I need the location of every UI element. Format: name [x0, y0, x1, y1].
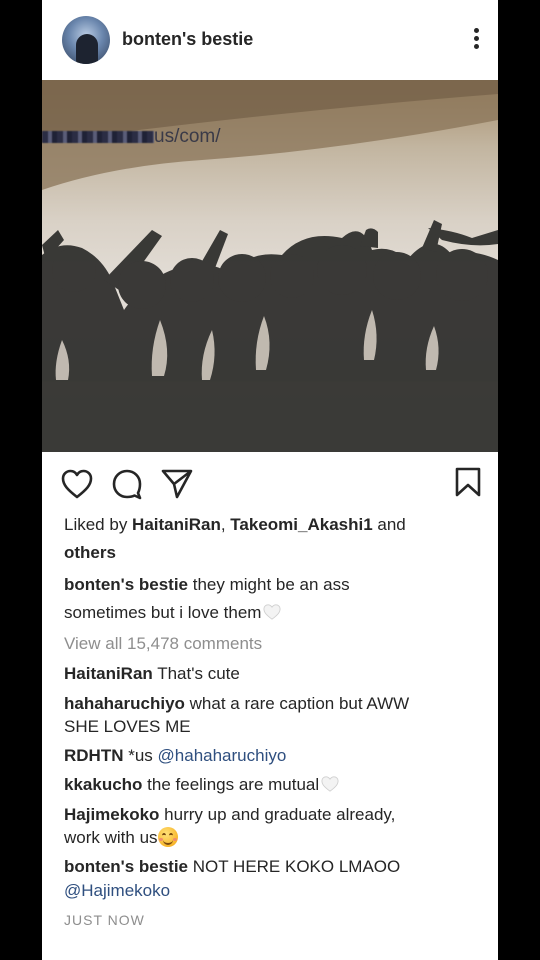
comment-text: *us: [123, 746, 158, 765]
caption-text-1: they might be an ass: [188, 575, 350, 594]
white-heart-emoji-icon: [263, 604, 282, 620]
post-photo[interactable]: us/com/: [42, 80, 498, 452]
caption-text-2: sometimes but i love them: [64, 603, 262, 622]
comment-text-continued: work with us: [64, 826, 178, 850]
comment-bubble-icon[interactable]: [111, 468, 143, 500]
comment-text-2: work with us: [64, 828, 158, 847]
comment-text: what a rare caption but AWW: [184, 694, 410, 713]
comment-row: hahaharuchiyo what a rare caption but AW…: [64, 692, 409, 716]
comment-username[interactable]: HaitaniRan: [64, 664, 153, 683]
caption-username[interactable]: bonten's bestie: [64, 575, 188, 594]
comment-username[interactable]: kkakucho: [64, 775, 142, 794]
comment-row: bonten's bestie NOT HERE KOKO LMAOO: [64, 855, 400, 879]
caption-line-1: bonten's bestie they might be an ass: [64, 573, 350, 597]
comment-username[interactable]: RDHTN: [64, 746, 124, 765]
bookmark-icon[interactable]: [454, 466, 482, 498]
avatar[interactable]: [62, 16, 110, 64]
blushing-smile-emoji-icon: [157, 827, 178, 847]
post-timestamp: JUST NOW: [64, 912, 145, 928]
liked-by-line: Liked by HaitaniRan, Takeomi_Akashi1 and: [64, 513, 406, 537]
liked-by-and: and: [372, 515, 406, 534]
liked-by-separator: ,: [220, 515, 231, 534]
heart-outline-icon[interactable]: [60, 468, 94, 500]
photo-watermark: us/com/: [42, 126, 221, 148]
comment-row: Hajimekoko hurry up and graduate already…: [64, 803, 395, 827]
action-bar: [42, 452, 498, 512]
comment-text: the feelings are mutual: [142, 775, 320, 794]
post-username[interactable]: bonten's bestie: [122, 29, 253, 50]
view-all-comments-link[interactable]: View all 15,478 comments: [64, 632, 262, 656]
comment-row: HaitaniRan That's cute: [64, 662, 240, 686]
caption-line-2: sometimes but i love them: [64, 601, 282, 625]
post-card: bonten's bestie us/com/ Liked by Haitani…: [42, 0, 498, 960]
comment-mention[interactable]: @hahaharuchiyo: [158, 746, 287, 765]
post-header: bonten's bestie: [42, 0, 498, 80]
liked-by-prefix: Liked by: [64, 515, 133, 534]
comment-text: hurry up and graduate already,: [159, 805, 396, 824]
comment-row: RDHTN *us @hahaharuchiyo: [64, 744, 286, 768]
comment-row: kkakucho the feelings are mutual: [64, 773, 339, 797]
liked-user-takeomi[interactable]: Takeomi_Akashi1: [230, 515, 372, 534]
comment-text: That's cute: [152, 664, 240, 683]
comment-text: NOT HERE KOKO LMAOO: [188, 857, 401, 876]
watermark-text: us/com/: [154, 126, 221, 147]
liked-user-haitaniran[interactable]: HaitaniRan: [132, 515, 221, 534]
comment-mention[interactable]: @Hajimekoko: [64, 879, 170, 903]
comment-username[interactable]: Hajimekoko: [64, 805, 159, 824]
comment-text-continued: SHE LOVES ME: [64, 717, 191, 736]
comment-username[interactable]: bonten's bestie: [64, 857, 188, 876]
comment-username[interactable]: hahaharuchiyo: [64, 694, 185, 713]
vertical-dots-icon[interactable]: [472, 28, 480, 52]
white-heart-emoji-icon: [321, 776, 339, 792]
paper-plane-icon[interactable]: [160, 466, 194, 500]
liked-by-others[interactable]: others: [64, 541, 116, 565]
